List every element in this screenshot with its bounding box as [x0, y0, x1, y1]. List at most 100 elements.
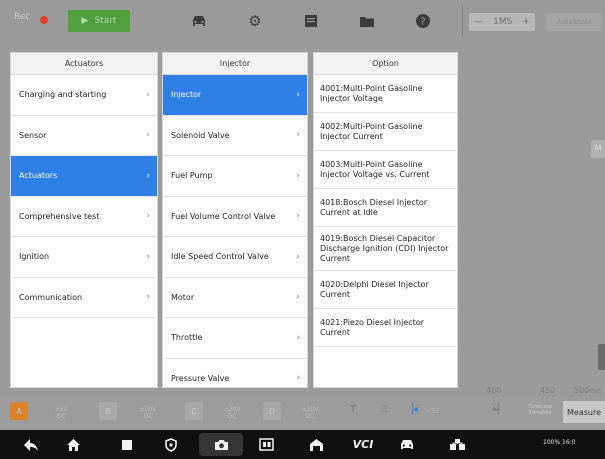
- component-item-label: Fuel Volume Control Valve: [171, 211, 276, 221]
- component-item-idle-speed-control-valve[interactable]: Idle Speed Control Valve ›: [163, 237, 307, 278]
- category-panel: Actuators Charging and starting › Sensor…: [10, 52, 158, 388]
- axis-tick-label: 450: [540, 386, 556, 395]
- component-item-fuel-pump[interactable]: Fuel Pump ›: [163, 156, 307, 197]
- channel-b-button[interactable]: B: [99, 402, 117, 420]
- category-item-charging-and-starting[interactable]: Charging and starting ›: [11, 75, 157, 116]
- chevron-right-icon: ›: [146, 251, 150, 262]
- channel-c-range: ±20V: [223, 406, 241, 413]
- channel-a-button[interactable]: A: [10, 402, 28, 420]
- channel-c-button[interactable]: C: [185, 402, 203, 420]
- channel-c-settings[interactable]: ±20V DC: [217, 401, 247, 425]
- folder-icon[interactable]: [355, 10, 379, 32]
- network-icon[interactable]: [446, 435, 468, 454]
- chevron-right-icon: ›: [296, 211, 300, 222]
- trigger-edge-icon[interactable]: ⎍: [381, 404, 388, 415]
- chevron-right-icon: ›: [296, 332, 300, 343]
- help-icon[interactable]: ?: [411, 10, 435, 32]
- category-item-actuators[interactable]: Actuators ›: [11, 156, 157, 197]
- category-item-communication[interactable]: Communication ›: [11, 278, 157, 318]
- gear-icon[interactable]: ⚙: [243, 10, 267, 32]
- display-icon[interactable]: [299, 10, 323, 32]
- option-item-4021[interactable]: 4021:Piezo Diesel Injector Current: [314, 309, 457, 347]
- option-item-4019[interactable]: 4019:Bosch Diesel Capacitor Discharge Ig…: [314, 227, 457, 271]
- component-item-label: Idle Speed Control Valve: [171, 252, 269, 262]
- car-icon[interactable]: [187, 10, 211, 32]
- component-item-label: Injector: [171, 90, 202, 100]
- channel-d-range: ±20V: [301, 406, 319, 413]
- autoscale-button[interactable]: AutoScale: [546, 13, 602, 31]
- option-item-4018[interactable]: 4018:Bosch Diesel Injector Current at Id…: [314, 189, 457, 227]
- trigger-icon[interactable]: T: [350, 404, 356, 415]
- component-item-label: Fuel Pump: [171, 171, 213, 181]
- vci-icon[interactable]: VCI: [349, 435, 377, 454]
- chevron-right-icon: ›: [146, 292, 150, 303]
- chevron-right-icon: ›: [146, 130, 150, 141]
- last-page-icon[interactable]: ▸▏: [493, 404, 506, 415]
- record-label: Rec: [14, 12, 31, 22]
- component-item-motor[interactable]: Motor ›: [163, 278, 307, 318]
- category-item-ignition[interactable]: Ignition ›: [11, 237, 157, 278]
- system-nav-bar: VCI 100% 16:0: [0, 430, 605, 459]
- channel-d-button[interactable]: D: [263, 402, 281, 420]
- camera-icon: [210, 435, 232, 454]
- component-item-label: Pressure Valve: [171, 373, 230, 383]
- option-item-4002[interactable]: 4002:Multi-Point Gasoline Injector Curre…: [314, 113, 457, 151]
- timebase-minus-button[interactable]: —: [474, 17, 483, 27]
- channel-d-settings[interactable]: ±20V DC: [295, 401, 325, 425]
- channel-b-range: ±20V: [139, 406, 157, 413]
- side-badge[interactable]: M: [591, 140, 605, 158]
- component-item-label: Throttle: [171, 333, 203, 343]
- side-drawer-handle[interactable]: [598, 344, 605, 370]
- component-item-throttle[interactable]: Throttle ›: [163, 318, 307, 359]
- component-item-solenoid-valve[interactable]: Solenoid Valve ›: [163, 116, 307, 156]
- channel-b-settings[interactable]: ±20V DC: [133, 401, 163, 425]
- category-item-sensor[interactable]: Sensor ›: [11, 116, 157, 156]
- component-panel: Injector Injector › Solenoid Valve › Fue…: [162, 52, 308, 388]
- chevron-right-icon: ›: [296, 373, 300, 384]
- axis-tick-label: 500ms: [574, 386, 602, 395]
- record-indicator[interactable]: Rec: [14, 12, 49, 24]
- channel-b-coupling: DC: [143, 413, 153, 420]
- shield-icon[interactable]: [160, 435, 182, 454]
- axis-tick-label: 400: [486, 386, 502, 395]
- garage-icon[interactable]: [305, 435, 327, 454]
- channel-bar: A ±5V DC B ±20V DC C ±20V DC D ±20V DC T…: [0, 396, 605, 430]
- option-item-label: 4019:Bosch Diesel Capacitor Discharge Ig…: [320, 233, 449, 263]
- channel-d-coupling: DC: [305, 413, 315, 420]
- car-icon[interactable]: [396, 435, 418, 454]
- measure-button[interactable]: Measure: [563, 401, 605, 423]
- category-item-label: Ignition: [19, 252, 50, 262]
- home-icon[interactable]: [62, 435, 84, 454]
- option-item-4001[interactable]: 4001:Multi-Point Gasoline Injector Volta…: [314, 75, 457, 113]
- screen-record-icon[interactable]: [255, 435, 277, 454]
- option-panel-title: Option: [314, 53, 457, 75]
- channel-a-settings[interactable]: ±5V DC: [46, 401, 76, 425]
- option-item-4020[interactable]: 4020:Delphi Diesel Injector Current: [314, 271, 457, 309]
- category-item-label: Communication: [19, 292, 83, 302]
- chevron-right-icon: ›: [146, 211, 150, 222]
- timebase-readout-value: 50ms/div: [528, 410, 552, 416]
- category-item-comprehensive-test[interactable]: Comprehensive test ›: [11, 197, 157, 237]
- option-item-label: 4001:Multi-Point Gasoline Injector Volta…: [320, 83, 423, 103]
- status-readout: 100% 16:0: [543, 439, 576, 446]
- component-item-pressure-valve[interactable]: Pressure Valve ›: [163, 359, 307, 388]
- channel-a-range: ±5V: [54, 406, 68, 413]
- option-item-label: 4002:Multi-Point Gasoline Injector Curre…: [320, 121, 423, 141]
- timebase-value: 1MS: [493, 17, 513, 27]
- timebase-plus-button[interactable]: +: [522, 17, 530, 27]
- category-item-label: Sensor: [19, 130, 47, 140]
- back-icon[interactable]: [20, 435, 42, 454]
- chevron-right-icon: ›: [146, 89, 150, 100]
- start-button[interactable]: ▶ Start: [68, 10, 130, 32]
- recents-icon[interactable]: [116, 435, 138, 454]
- category-panel-title: Actuators: [11, 53, 157, 75]
- component-item-injector[interactable]: Injector ›: [163, 75, 307, 116]
- chevron-right-icon: ›: [296, 130, 300, 141]
- first-page-icon[interactable]: ▕◂: [405, 404, 418, 415]
- option-item-4003[interactable]: 4003:Multi-Point Gasoline Injector Volta…: [314, 151, 457, 189]
- component-item-fuel-volume-control-valve[interactable]: Fuel Volume Control Valve ›: [163, 197, 307, 237]
- page-indicator: 1/32: [424, 407, 440, 415]
- top-toolbar: Rec ▶ Start ⚙ ? — 1MS + AutoScale: [0, 0, 605, 44]
- chevron-right-icon: ›: [296, 292, 300, 303]
- chevron-right-icon: ›: [296, 89, 300, 100]
